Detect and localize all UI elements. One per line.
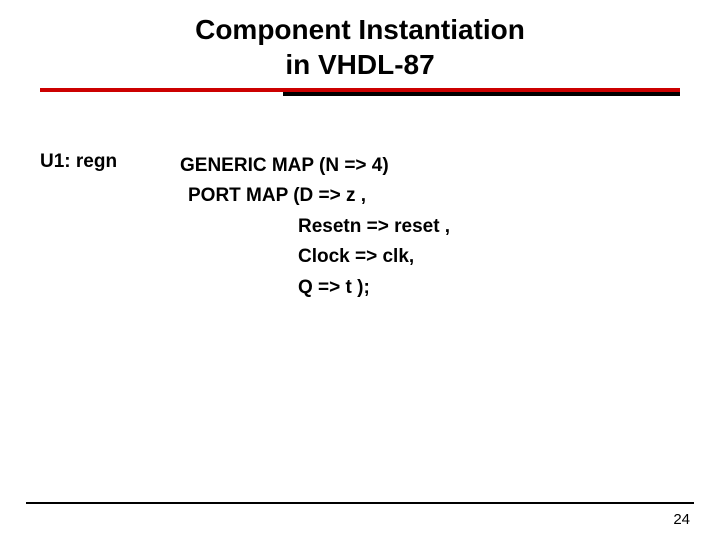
content-block: U1: regn GENERIC MAP (N => 4) PORT MAP (… (40, 151, 680, 303)
title-line-2: in VHDL-87 (40, 47, 680, 82)
title-block: Component Instantiation in VHDL-87 (40, 12, 680, 96)
code-port-map-open: PORT MAP (D => z , (180, 181, 680, 211)
instance-label: U1: regn (40, 151, 117, 172)
title-line-1: Component Instantiation (40, 12, 680, 47)
slide: Component Instantiation in VHDL-87 U1: r… (0, 0, 720, 540)
title-underline (40, 88, 680, 96)
footer-line (26, 502, 694, 504)
code-generic-map: GENERIC MAP (N => 4) (180, 151, 680, 181)
code-clock: Clock => clk, (180, 242, 680, 272)
page-number: 24 (673, 511, 690, 528)
code-q: Q => t ); (180, 273, 680, 303)
code-resetn: Resetn => reset , (180, 212, 680, 242)
code-row: U1: regn GENERIC MAP (N => 4) PORT MAP (… (40, 151, 680, 303)
label-column: U1: regn (40, 151, 180, 173)
underline-black (283, 92, 680, 96)
code-column: GENERIC MAP (N => 4) PORT MAP (D => z , … (180, 151, 680, 303)
